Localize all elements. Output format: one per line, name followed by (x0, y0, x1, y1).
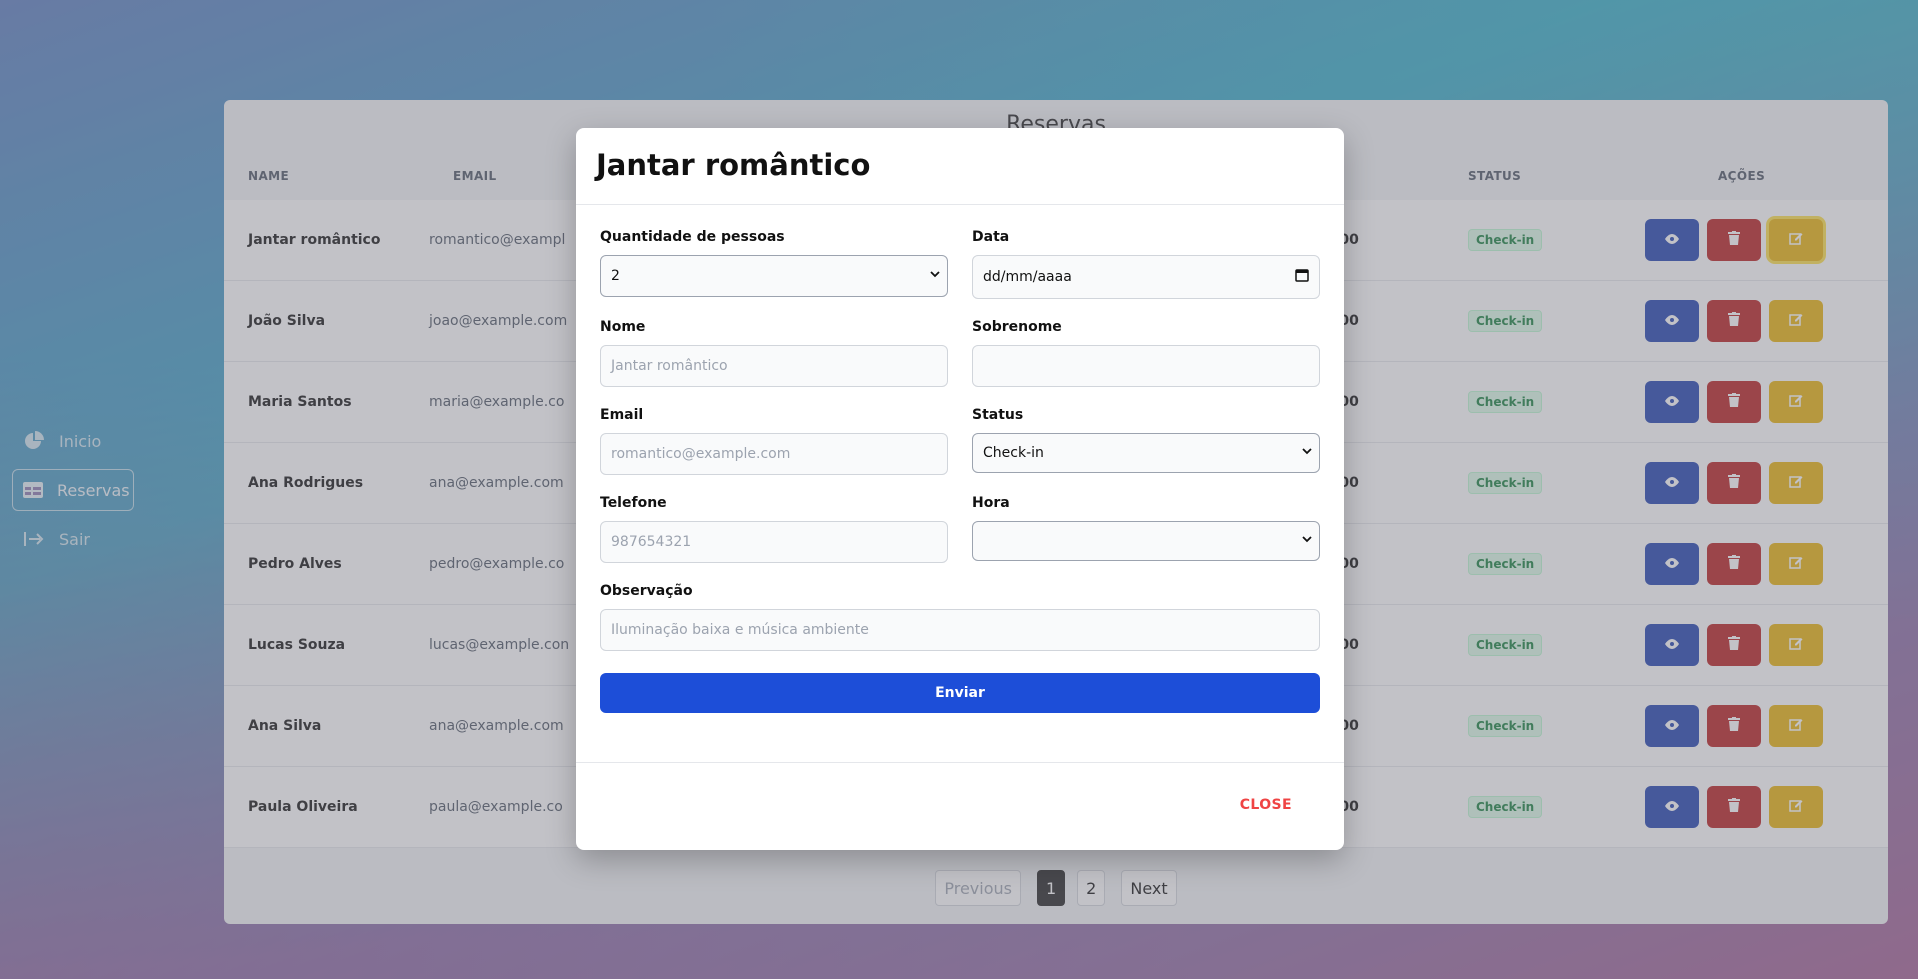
last-name-input[interactable] (972, 345, 1320, 387)
notes-input[interactable]: Iluminação baixa e música ambiente (600, 609, 1320, 651)
status-label: Status (972, 407, 1024, 423)
reservation-form: Quantidade de pessoas 2 Data dd/mm/aaaa … (576, 205, 1344, 713)
date-input[interactable]: dd/mm/aaaa (972, 255, 1320, 299)
submit-button[interactable]: Enviar (600, 673, 1320, 713)
modal-title: Jantar romântico (596, 148, 871, 182)
calendar-icon[interactable] (1295, 268, 1309, 286)
people-select-value: 2 (611, 268, 620, 284)
status-select-value: Check-in (983, 445, 1044, 461)
chevron-down-icon (1301, 445, 1313, 461)
status-select[interactable]: Check-in (972, 433, 1320, 473)
first-name-label: Nome (600, 319, 646, 335)
notes-label: Observação (600, 583, 693, 599)
people-select[interactable]: 2 (600, 255, 948, 297)
last-name-label: Sobrenome (972, 319, 1062, 335)
chevron-down-icon (1301, 533, 1313, 549)
email-input[interactable]: romantico@example.com (600, 433, 948, 475)
close-button[interactable]: CLOSE (1240, 797, 1292, 813)
edit-reservation-modal: Jantar romântico Quantidade de pessoas 2… (576, 128, 1344, 850)
first-name-input[interactable]: Jantar romântico (600, 345, 948, 387)
email-label: Email (600, 407, 644, 423)
phone-label: Telefone (600, 495, 667, 511)
chevron-down-icon (929, 268, 941, 284)
date-input-value: dd/mm/aaaa (983, 269, 1072, 285)
date-label: Data (972, 229, 1010, 245)
modal-header: Jantar romântico (576, 128, 1344, 205)
hour-select[interactable] (972, 521, 1320, 561)
phone-input[interactable]: 987654321 (600, 521, 948, 563)
modal-footer: CLOSE (576, 762, 1344, 850)
people-label: Quantidade de pessoas (600, 229, 785, 245)
hour-label: Hora (972, 495, 1010, 511)
